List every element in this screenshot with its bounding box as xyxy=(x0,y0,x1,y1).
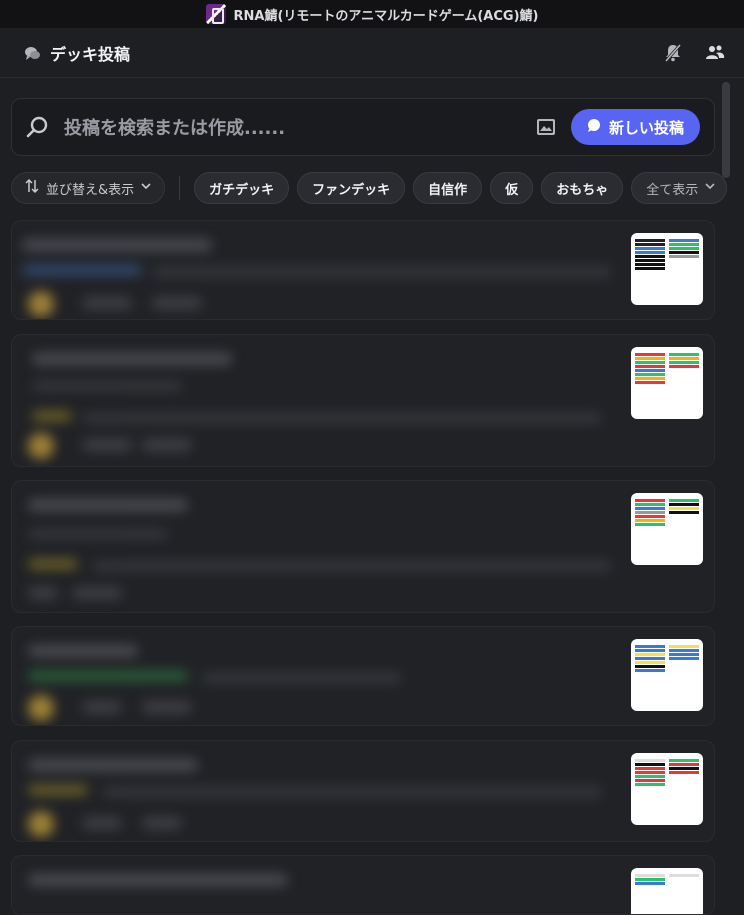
post-content-blurred xyxy=(12,481,617,612)
post-thumbnail[interactable] xyxy=(631,753,703,825)
post-thumbnail[interactable] xyxy=(631,639,703,711)
forum-post[interactable] xyxy=(11,480,715,613)
post-thumbnail[interactable] xyxy=(631,868,703,914)
forum-post[interactable] xyxy=(11,220,715,320)
forum-icon xyxy=(22,43,42,63)
post-content-blurred xyxy=(12,221,617,319)
show-all-tags-button[interactable]: 全て表示 xyxy=(631,172,728,204)
forum-post[interactable] xyxy=(11,740,715,842)
window-titlebar: RNA鯖(リモートのアニマルカードゲーム(ACG)鯖) xyxy=(0,0,744,28)
search-bar[interactable]: 投稿を検索または作成...... 新しい投稿 xyxy=(11,98,715,156)
post-thumbnail[interactable] xyxy=(631,493,703,565)
divider xyxy=(179,176,181,200)
show-all-label: 全て表示 xyxy=(646,182,699,198)
chevron-down-icon xyxy=(704,180,716,196)
media-gallery-icon[interactable] xyxy=(535,116,557,138)
tag-fan-deck[interactable]: ファンデッキ xyxy=(297,172,406,204)
chevron-down-icon xyxy=(140,180,152,196)
tag-confident[interactable]: 自信作 xyxy=(413,172,483,204)
forum-post[interactable] xyxy=(11,626,715,726)
tag-tentative[interactable]: 仮 xyxy=(490,172,534,204)
forum-post[interactable] xyxy=(11,855,715,915)
sort-and-view-button[interactable]: 並び替え&表示 xyxy=(11,172,166,204)
search-icon xyxy=(26,114,52,140)
chat-bubble-icon xyxy=(587,118,601,136)
tag-gachi-deck[interactable]: ガチデッキ xyxy=(194,172,290,204)
post-content-blurred xyxy=(12,856,617,914)
post-content-blurred xyxy=(12,741,617,841)
sort-label: 並び替え&表示 xyxy=(46,182,135,198)
members-icon[interactable] xyxy=(704,42,726,64)
window-title: RNA鯖(リモートのアニマルカードゲーム(ACG)鯖) xyxy=(233,8,539,24)
server-icon xyxy=(205,4,226,24)
mute-notifications-icon[interactable] xyxy=(662,42,684,64)
channel-title: デッキ投稿 xyxy=(50,44,131,64)
forum-post[interactable] xyxy=(11,334,715,467)
channel-header: デッキ投稿 xyxy=(0,28,744,78)
scrollbar-thumb[interactable] xyxy=(722,82,730,178)
post-content-blurred xyxy=(12,335,617,466)
search-input[interactable]: 投稿を検索または作成...... xyxy=(64,114,535,140)
new-post-button[interactable]: 新しい投稿 xyxy=(570,109,700,145)
post-thumbnail[interactable] xyxy=(631,347,703,419)
tag-filter-row: 並び替え&表示 ガチデッキ ファンデッキ 自信作 仮 おもちゃ 全て表示 xyxy=(11,172,744,204)
post-content-blurred xyxy=(12,627,617,725)
new-post-label: 新しい投稿 xyxy=(608,119,684,137)
post-thumbnail[interactable] xyxy=(631,233,703,305)
tag-toy[interactable]: おもちゃ xyxy=(541,172,624,204)
sort-arrows-icon xyxy=(24,178,40,198)
